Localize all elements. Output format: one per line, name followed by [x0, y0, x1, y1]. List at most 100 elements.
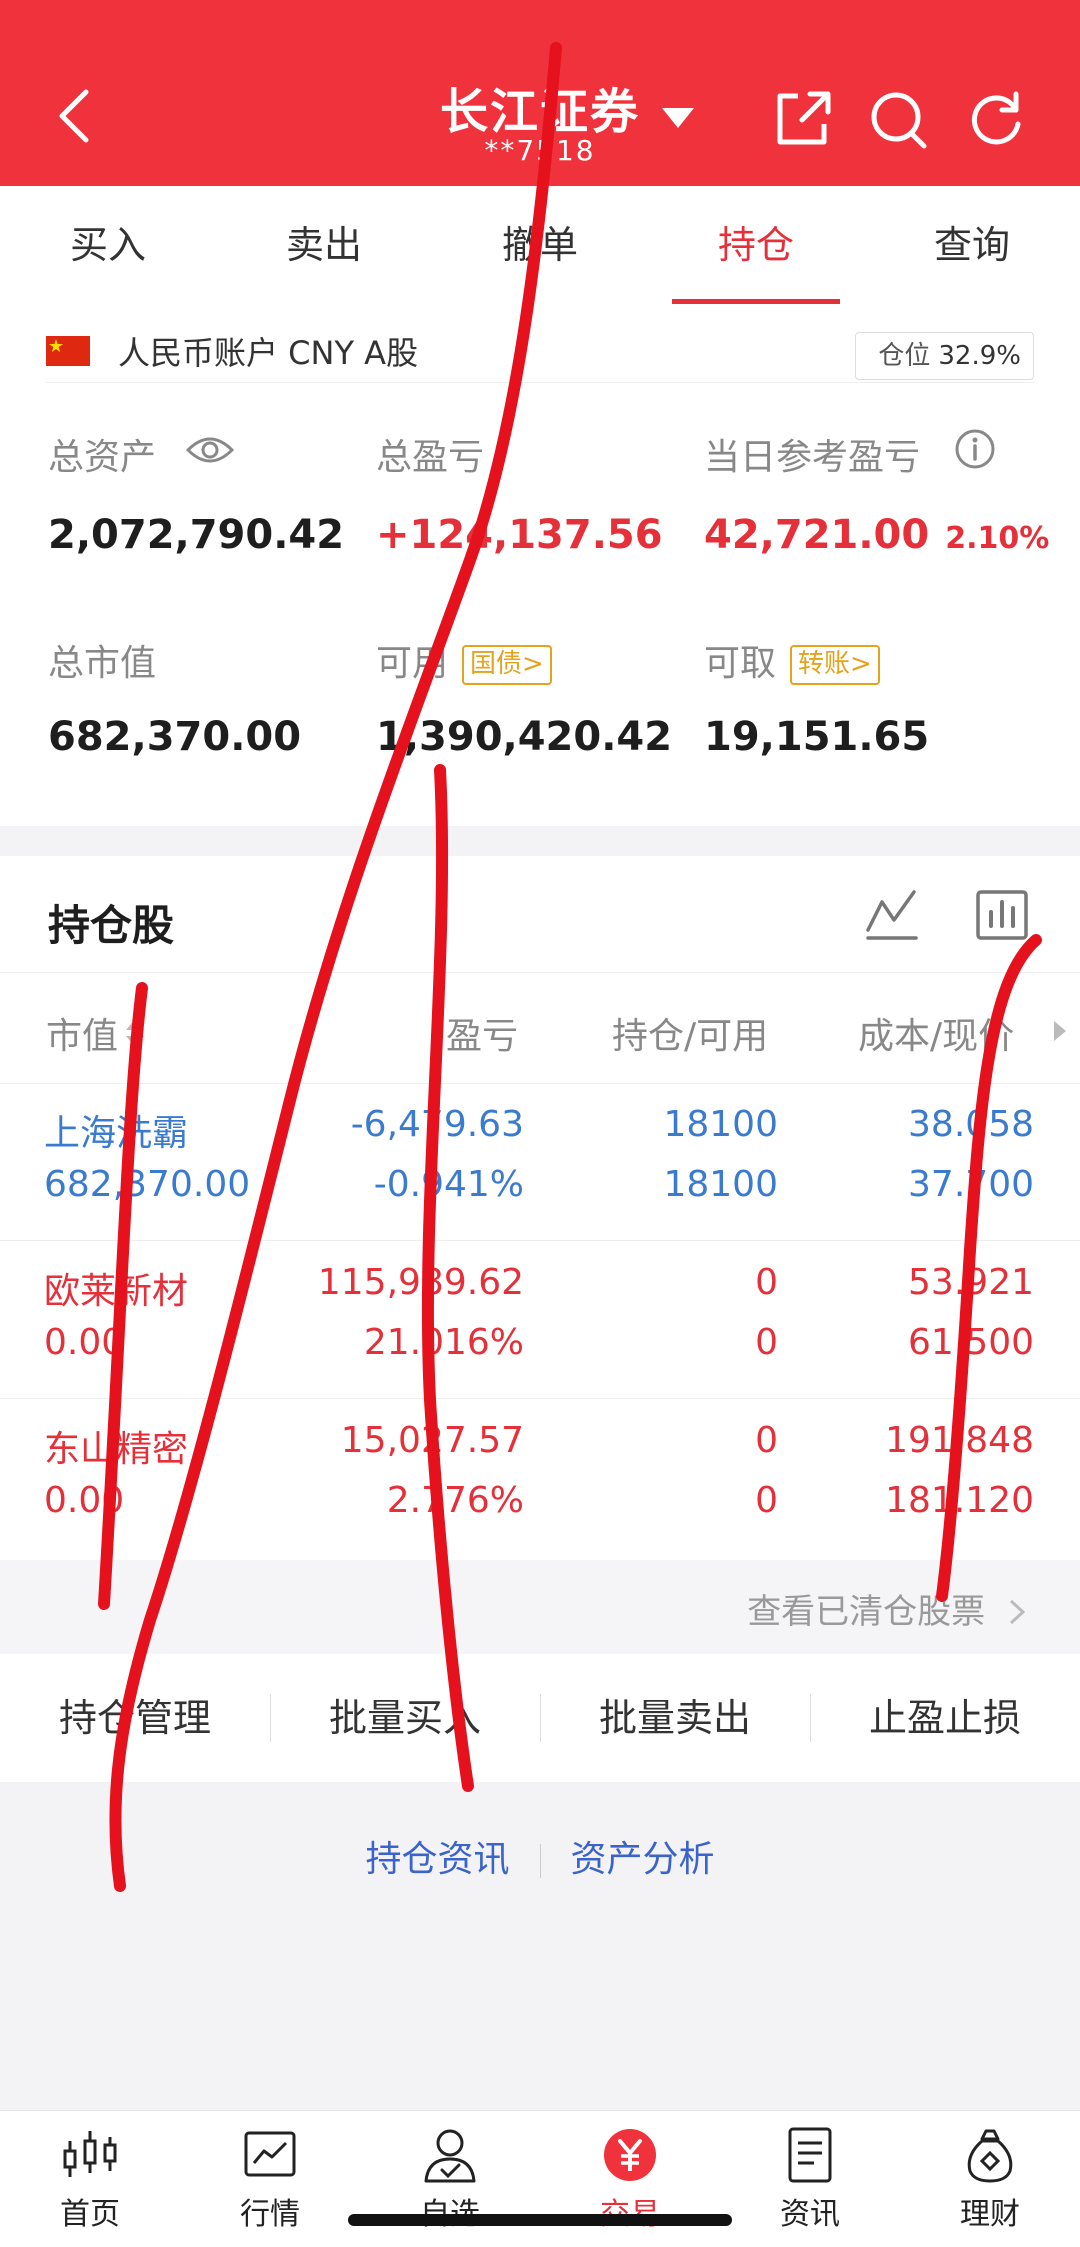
nav-market[interactable]: 行情	[180, 2111, 360, 2247]
nav-trade[interactable]: 交易	[540, 2111, 720, 2247]
stock-avail: 18100	[663, 1164, 778, 1205]
withdrawable-value: 19,151.65	[704, 714, 930, 760]
col-cost-price[interactable]: 成本/现价	[858, 1007, 1014, 1059]
stock-price: 61.500	[908, 1322, 1034, 1363]
document-icon	[788, 2127, 832, 2183]
account-selector[interactable]: 人民币账户 CNY A股 仓位 32.9%	[46, 320, 1034, 383]
stock-pl: 115,989.62	[317, 1262, 524, 1303]
nav-news-label: 资讯	[780, 2197, 840, 2232]
col-market-value[interactable]: 市值	[46, 1007, 118, 1059]
trade-tabs: 买入 卖出 撤单 持仓 查询	[0, 186, 1080, 304]
total-pl-label: 总盈亏	[376, 437, 485, 478]
daily-pl-percent: 2.10%	[945, 521, 1050, 556]
available-label-wrap: 可用 国债>	[376, 634, 552, 686]
stock-name[interactable]: 欧莱新材	[44, 1262, 188, 1314]
account-summary: 人民币账户 CNY A股 仓位 32.9% 总资产 总盈亏 当日参考盈亏 2,07…	[0, 304, 1080, 826]
stock-price: 181.120	[885, 1480, 1034, 1521]
total-assets-label: 总资产	[48, 437, 157, 478]
tab-query[interactable]: 查询	[864, 186, 1080, 304]
stock-pl-pct: 21.016%	[363, 1322, 524, 1363]
stock-market-value: 0.00	[44, 1322, 125, 1363]
asset-analysis-link[interactable]: 资产分析	[571, 1839, 715, 1880]
stock-name[interactable]: 东山精密	[44, 1420, 188, 1472]
stock-pl-pct: 2.776%	[386, 1480, 524, 1521]
china-flag-icon	[46, 336, 90, 366]
stock-hold: 18100	[663, 1104, 778, 1145]
search-icon[interactable]	[868, 88, 928, 150]
nav-home[interactable]: 首页	[0, 2111, 180, 2247]
position-value: 32.9%	[938, 341, 1021, 371]
link-separator	[539, 1844, 541, 1878]
market-value-label: 总市值	[48, 643, 157, 684]
market-value-value: 682,370.00	[48, 714, 302, 760]
info-icon[interactable]	[954, 428, 996, 470]
nav-wealth[interactable]: 理财	[900, 2111, 1080, 2247]
nav-home-label: 首页	[60, 2197, 120, 2232]
tab-holdings[interactable]: 持仓	[648, 186, 864, 304]
col-hold-avail[interactable]: 持仓/可用	[612, 1007, 768, 1059]
dropdown-triangle-icon[interactable]	[660, 106, 696, 130]
refresh-icon[interactable]	[966, 88, 1026, 150]
bar-chart-icon[interactable]	[974, 888, 1030, 942]
nav-news[interactable]: 资讯	[720, 2111, 900, 2247]
bottom-links: 持仓资讯 资产分析	[0, 1830, 1080, 1882]
daily-pl-label: 当日参考盈亏	[704, 437, 921, 478]
holding-news-link[interactable]: 持仓资讯	[365, 1839, 509, 1880]
table-row[interactable]: 东山精密 0.00 15,027.57 2.776% 0 0 191.848 1…	[0, 1398, 1080, 1556]
chevron-right-icon	[1009, 1599, 1026, 1625]
scroll-right-arrow-icon[interactable]	[1052, 1019, 1068, 1043]
take-profit-stop-loss-button[interactable]: 止盈止损	[810, 1654, 1080, 1782]
total-pl-value: +124,137.56	[376, 512, 663, 558]
tab-buy[interactable]: 买入	[0, 186, 216, 304]
stock-name[interactable]: 上海洗霸	[44, 1104, 188, 1156]
position-ratio-badge: 仓位 32.9%	[855, 332, 1034, 380]
nav-watchlist[interactable]: 自选	[360, 2111, 540, 2247]
withdrawable-label-wrap: 可取 转账>	[704, 634, 880, 686]
stock-hold: 0	[755, 1420, 778, 1461]
available-value: 1,390,420.42	[376, 714, 673, 760]
holding-actions: 持仓管理 批量买入 批量卖出 止盈止损	[0, 1654, 1080, 1782]
share-icon[interactable]	[772, 88, 832, 150]
batch-buy-button[interactable]: 批量买入	[270, 1654, 540, 1782]
cleared-stocks-label: 查看已清仓股票	[747, 1592, 986, 1632]
yen-icon	[604, 2129, 656, 2181]
stock-pl: -6,479.63	[350, 1104, 524, 1145]
stock-hold: 0	[755, 1262, 778, 1303]
table-row[interactable]: 欧莱新材 0.00 115,989.62 21.016% 0 0 53.921 …	[0, 1240, 1080, 1399]
candlestick-icon	[63, 2131, 117, 2177]
daily-pl-amount: 42,721.00	[704, 512, 930, 558]
transfer-tag[interactable]: 转账>	[790, 645, 880, 685]
treasury-bond-tag[interactable]: 国债>	[462, 645, 552, 685]
account-type-label: 人民币账户 CNY A股	[118, 334, 419, 372]
table-row[interactable]: 上海洗霸 682,370.00 -6,479.63 -0.941% 18100 …	[0, 1082, 1080, 1241]
col-pl[interactable]: 盈亏	[446, 1007, 518, 1059]
stock-pl: 15,027.57	[340, 1420, 524, 1461]
holdings-title: 持仓股	[48, 901, 175, 950]
position-label: 仓位	[878, 341, 931, 371]
stock-price: 37.700	[908, 1164, 1034, 1205]
tab-cancel[interactable]: 撤单	[432, 186, 648, 304]
stock-market-value: 682,370.00	[44, 1164, 251, 1205]
stock-avail: 0	[755, 1480, 778, 1521]
cleared-stocks-band: 查看已清仓股票	[0, 1560, 1080, 1654]
nav-watchlist-label: 自选	[360, 2189, 540, 2233]
home-indicator	[348, 2214, 732, 2226]
stock-pl-pct: -0.941%	[373, 1164, 524, 1205]
holdings-section: 持仓股 市值 盈亏 持仓/可用 成本/现价 上海洗霸 682,370.00 -6…	[0, 856, 1080, 1560]
app-header: 长江证券 **7518	[0, 0, 1080, 186]
stock-avail: 0	[755, 1322, 778, 1363]
line-chart-icon	[244, 2131, 296, 2177]
eye-icon[interactable]	[186, 432, 234, 468]
money-bag-icon	[967, 2129, 1013, 2183]
sort-icon[interactable]	[124, 1017, 146, 1049]
daily-pl-value: 42,721.00 2.10%	[704, 512, 1049, 558]
nav-wealth-label: 理财	[960, 2197, 1020, 2232]
trend-line-icon[interactable]	[864, 888, 920, 942]
tab-sell[interactable]: 卖出	[216, 186, 432, 304]
batch-sell-button[interactable]: 批量卖出	[540, 1654, 810, 1782]
total-assets-value: 2,072,790.42	[48, 512, 345, 558]
manage-holdings-button[interactable]: 持仓管理	[0, 1654, 270, 1782]
stock-cost: 191.848	[885, 1420, 1034, 1461]
cleared-stocks-link[interactable]: 查看已清仓股票	[747, 1584, 1026, 1633]
withdrawable-label: 可取	[704, 643, 777, 684]
